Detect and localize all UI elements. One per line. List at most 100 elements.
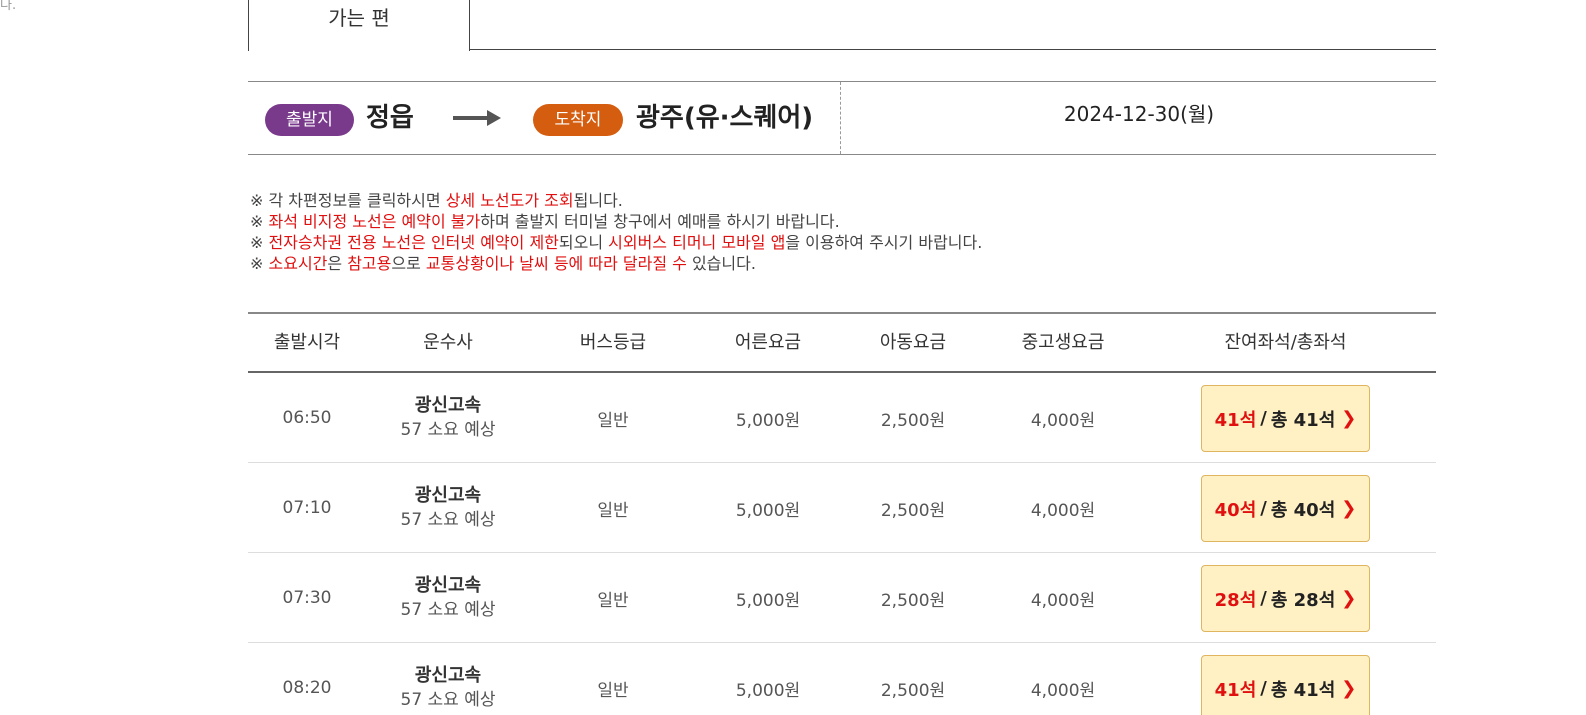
direction-tabs: 가는 편 [248,0,1436,51]
total-seats: 총 28석 [1270,589,1336,611]
adult-fare: 5,000원 [735,410,801,431]
seat-select-button[interactable]: 40석 / 총 40석 ❯ [1201,475,1370,542]
notice-highlight: 참고용 [347,254,392,273]
seat-select-button[interactable]: 41석 / 총 41석 ❯ [1201,655,1370,715]
notice-mark: ※ [250,212,269,231]
company-cell: 광신고속 57 소요 예상 [373,463,523,553]
notice-highlight: 시외버스 티머니 모바일 앱 [608,233,786,252]
company-cell: 광신고속 57 소요 예상 [373,643,523,715]
notice-mark: ※ [250,254,269,273]
notice-mark: ※ [250,233,269,252]
notice-highlight: 전자승차권 전용 노선은 인터넷 예약이 제한 [268,233,559,252]
remaining-seats: 41석 [1214,679,1257,701]
notice-text: 있습니다. [686,254,756,273]
bus-grade: 일반 [597,590,629,611]
bus-grade: 일반 [597,500,629,521]
chevron-right-icon: ❯ [1341,678,1357,699]
notice-text: 으로 [391,254,426,273]
schedule-table: 출발시각 운수사 버스등급 어른요금 아동요금 중고생요금 잔여좌석/총좌석 0… [248,312,1436,715]
adult-fare: 5,000원 [735,500,801,521]
total-seats: 총 41석 [1270,679,1336,701]
adult-fare: 5,000원 [735,680,801,701]
notice-text: 되오니 [558,233,609,252]
company-name: 광신고속 [414,575,482,596]
notice-text: 을 이용하여 주시기 바랍니다. [785,233,983,252]
header-company: 운수사 [423,332,473,353]
child-fare: 2,500원 [880,500,946,521]
departure-date: 2024-12-30(월) [1063,102,1215,126]
duration-estimate: 57 소요 예상 [400,690,496,710]
table-row[interactable]: 07:30 광신고속 57 소요 예상 일반 5,000원 2,500원 4,0… [248,553,1436,643]
seat-select-button[interactable]: 41석 / 총 41석 ❯ [1201,385,1370,452]
header-departure-time: 출발시각 [273,332,341,353]
table-row[interactable]: 07:10 광신고속 57 소요 예상 일반 5,000원 2,500원 4,0… [248,463,1436,553]
remaining-seats: 40석 [1214,499,1257,521]
duration-estimate: 57 소요 예상 [400,420,496,440]
bus-grade: 일반 [597,410,629,431]
company-cell: 광신고속 57 소요 예상 [373,553,523,643]
arrival-badge: 도착지 [533,104,623,136]
table-row[interactable]: 08:20 광신고속 57 소요 예상 일반 5,000원 2,500원 4,0… [248,643,1436,715]
youth-fare: 4,000원 [1030,590,1096,611]
remaining-seats: 41석 [1214,409,1257,431]
chevron-right-icon: ❯ [1341,588,1357,609]
arrival-place: 광주(유·스퀘어) [636,103,814,133]
company-name: 광신고속 [414,485,482,506]
notice-highlight: 상세 노선도가 조회 [445,191,574,210]
chevron-right-icon: ❯ [1341,498,1357,519]
notice-text: 각 차편정보를 클릭하시면 [268,191,446,210]
route-bar: 출발지 정읍 도착지 광주(유·스퀘어) 2024-12-30(월) [248,81,1436,155]
seat-separator: / [1260,498,1267,519]
seat-separator: / [1260,588,1267,609]
tab-outbound[interactable]: 가는 편 [248,0,470,51]
notice-text: 은 [327,254,348,273]
header-bus-grade: 버스등급 [579,332,647,353]
notice-mark: ※ [250,191,269,210]
departure-time: 06:50 [282,408,332,428]
total-seats: 총 40석 [1270,499,1336,521]
table-row[interactable]: 06:50 광신고속 57 소요 예상 일반 5,000원 2,500원 4,0… [248,373,1436,463]
company-name: 광신고속 [414,665,482,686]
child-fare: 2,500원 [880,410,946,431]
notice-item: ※ 소요시간은 참고용으로 교통상황이나 날씨 등에 따라 달라질 수 있습니다… [250,253,982,274]
departure-place: 정읍 [366,103,414,133]
child-fare: 2,500원 [880,590,946,611]
long-right-arrow-icon [453,110,501,126]
seat-separator: / [1260,408,1267,429]
header-adult-fare: 어른요금 [734,332,802,353]
child-fare: 2,500원 [880,680,946,701]
company-cell: 광신고속 57 소요 예상 [373,373,523,463]
notice-list: ※ 각 차편정보를 클릭하시면 상세 노선도가 조회됩니다. ※ 좌석 비지정 노… [250,190,982,274]
departure-time: 07:10 [282,498,332,518]
notice-text: 하며 출발지 터미널 창구에서 예매를 하시기 바랍니다. [480,212,840,231]
departure-time: 07:30 [282,588,332,608]
schedule-container: 가는 편 출발지 정읍 도착지 광주(유·스퀘어) 2024-12-30(월) … [248,0,1436,715]
youth-fare: 4,000원 [1030,500,1096,521]
seat-select-button[interactable]: 28석 / 총 28석 ❯ [1201,565,1370,632]
notice-item: ※ 좌석 비지정 노선은 예약이 불가하며 출발지 터미널 창구에서 예매를 하… [250,211,982,232]
notice-highlight: 교통상황이나 날씨 등에 따라 달라질 수 [425,254,687,273]
seat-separator: / [1260,678,1267,699]
header-youth-fare: 중고생요금 [1021,332,1105,353]
adult-fare: 5,000원 [735,590,801,611]
table-body: 06:50 광신고속 57 소요 예상 일반 5,000원 2,500원 4,0… [248,373,1436,715]
notice-highlight: 좌석 비지정 노선은 예약이 불가 [268,212,481,231]
notice-item: ※ 전자승차권 전용 노선은 인터넷 예약이 제한되오니 시외버스 티머니 모바… [250,232,982,253]
header-seats: 잔여좌석/총좌석 [1224,332,1347,353]
table-header: 출발시각 운수사 버스등급 어른요금 아동요금 중고생요금 잔여좌석/총좌석 [248,314,1436,373]
notice-text: 됩니다. [573,191,623,210]
departure-badge: 출발지 [265,104,354,136]
total-seats: 총 41석 [1270,409,1336,431]
company-name: 광신고속 [414,395,482,416]
notice-highlight: 소요시간 [268,254,328,273]
chevron-right-icon: ❯ [1341,408,1357,429]
youth-fare: 4,000원 [1030,680,1096,701]
remaining-seats: 28석 [1214,589,1257,611]
header-child-fare: 아동요금 [879,332,947,353]
departure-time: 08:20 [282,678,332,698]
bus-grade: 일반 [597,680,629,701]
stray-text: 다. [0,0,17,13]
route-places: 출발지 정읍 도착지 광주(유·스퀘어) [248,82,841,154]
duration-estimate: 57 소요 예상 [400,600,496,620]
notice-item: ※ 각 차편정보를 클릭하시면 상세 노선도가 조회됩니다. [250,190,982,211]
